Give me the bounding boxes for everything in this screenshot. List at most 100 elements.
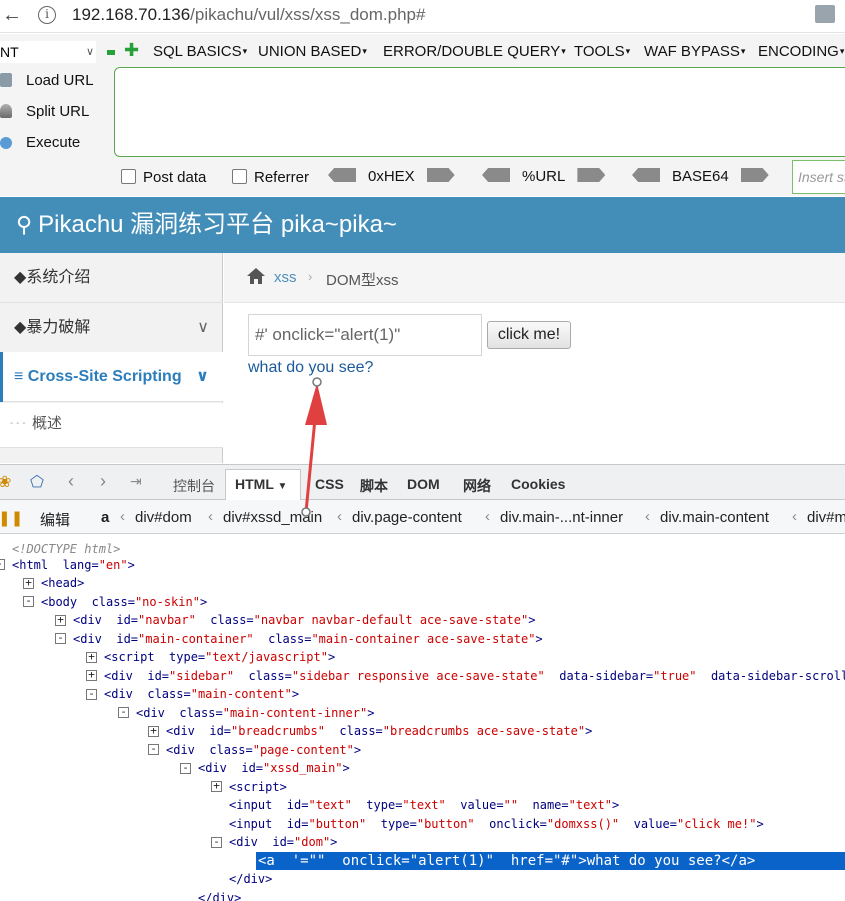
crumb-div-main-content-inner[interactable]: div.main-...nt-inner [500, 509, 623, 526]
collapse-icon[interactable]: - [118, 706, 129, 718]
insert-string-input[interactable]: Insert string to replace [792, 160, 845, 194]
expand-icon[interactable]: + [23, 577, 34, 589]
execute-button[interactable]: Execute [0, 134, 80, 151]
tab-html[interactable]: HTML ▼ [235, 476, 287, 492]
menu-waf-bypass[interactable]: WAF BYPASS▾ [644, 43, 745, 60]
tree-line[interactable]: <div id="sidebar" class="sidebar respons… [104, 667, 845, 685]
tab-cookies[interactable]: Cookies [511, 476, 565, 492]
crumb-div-xssd-main[interactable]: div#xssd_main [223, 509, 322, 526]
pause-icon[interactable]: ❚❚ [0, 509, 23, 527]
tree-line[interactable]: <div id="breadcrumbs" class="breadcrumbs… [166, 722, 592, 740]
tree-line[interactable]: <head> [41, 574, 84, 592]
tab-css[interactable]: CSS [315, 476, 344, 492]
back-icon[interactable]: ‹ [68, 471, 74, 492]
sidebar-item-intro[interactable]: ◆系统介绍 [0, 253, 223, 303]
arrow-right-icon[interactable] [426, 168, 455, 182]
back-arrow-icon[interactable]: ← [2, 4, 24, 26]
crumb-div-main-content[interactable]: div.main-content [660, 509, 769, 526]
tab-dom[interactable]: DOM [407, 476, 440, 492]
crumb-div-page-content[interactable]: div.page-content [352, 509, 462, 526]
checkbox-box[interactable] [232, 169, 247, 184]
collapse-icon[interactable]: - [148, 743, 159, 755]
breadcrumb-separator-icon: › [308, 269, 313, 284]
tree-line[interactable]: <div id="xssd_main"> [198, 759, 350, 777]
url-encoder[interactable]: %URL [482, 168, 606, 185]
collapse-icon[interactable]: - [211, 836, 222, 848]
collapse-icon[interactable]: - [180, 762, 191, 774]
click-me-button[interactable]: click me! [487, 321, 571, 349]
tree-line[interactable]: <div class="main-content-inner"> [136, 704, 374, 722]
tree-line[interactable]: <script> [229, 778, 287, 796]
firebug-icon[interactable]: ❀ [0, 472, 11, 492]
post-data-checkbox[interactable]: Post data [121, 169, 206, 186]
tree-line[interactable]: <div class="main-content"> [104, 685, 299, 703]
split-url-button[interactable]: Split URL [0, 103, 89, 120]
dom-link[interactable]: what do you see? [248, 359, 373, 377]
url-field[interactable]: 192.168.70.136/pikachu/vul/xss/xss_dom.p… [72, 5, 425, 25]
tree-line[interactable]: <div id="main-container" class="main-con… [73, 630, 543, 648]
crumb-div-dom[interactable]: div#dom [135, 509, 192, 526]
tree-line[interactable]: <html lang="en"> [12, 556, 135, 574]
tab-console[interactable]: 控制台 [173, 476, 215, 496]
home-icon[interactable] [246, 267, 266, 285]
arrow-left-icon[interactable] [328, 168, 356, 182]
tab-script[interactable]: 脚本 [360, 476, 388, 496]
collapse-icon[interactable]: - [23, 595, 34, 607]
breadcrumb-xss[interactable]: xss [274, 269, 297, 286]
edit-button[interactable]: 编辑 [40, 509, 70, 530]
expand-icon[interactable]: + [86, 651, 97, 663]
hackbar-select[interactable]: NT ∨ [0, 41, 96, 63]
inspect-icon[interactable]: ⬠ [30, 472, 44, 492]
sidebar-subitem-overview[interactable]: - - - 概述 [0, 403, 223, 448]
breadcrumb: xss › DOM型xss [224, 253, 845, 303]
arrow-right-icon[interactable] [577, 168, 606, 182]
expand-icon[interactable]: + [148, 725, 159, 737]
load-url-button[interactable]: Load URL [0, 72, 94, 89]
sidebar-item-bruteforce[interactable]: ◆暴力破解 ∨ [0, 303, 223, 353]
arrow-left-icon[interactable] [482, 168, 510, 182]
tree-line[interactable]: <body class="no-skin"> [41, 593, 207, 611]
base64-encoder[interactable]: BASE64 [632, 168, 769, 185]
checkbox-box[interactable] [121, 169, 136, 184]
expand-icon[interactable]: + [211, 780, 222, 792]
forward-icon[interactable]: › [100, 471, 106, 492]
crumb-separator-icon: ‹ [120, 508, 125, 525]
selected-tree-line[interactable]: <a '="" onclick="alert(1)" href="#">what… [256, 852, 845, 870]
menu-error-double-query[interactable]: ERROR/DOUBLE QUERY▾ [383, 43, 566, 60]
url-textarea[interactable] [114, 67, 845, 157]
expand-icon[interactable]: + [86, 669, 97, 681]
tree-line[interactable]: <div id="navbar" class="navbar navbar-de… [73, 611, 535, 629]
indent-icon[interactable]: ⇥ [130, 473, 142, 490]
plus-icon[interactable]: ✚ [124, 40, 139, 61]
referrer-checkbox[interactable]: Referrer [232, 169, 309, 186]
arrow-left-icon[interactable] [632, 168, 660, 182]
checkbox-label: Post data [143, 169, 207, 186]
collapse-icon[interactable]: - [0, 558, 5, 570]
network-icon[interactable] [815, 5, 835, 23]
tree-line[interactable]: <div class="page-content"> [166, 741, 361, 759]
menu-tools[interactable]: TOOLS▾ [574, 43, 630, 60]
tree-line[interactable]: </div> [198, 889, 241, 901]
tree-line[interactable]: <div id="dom"> [229, 833, 337, 851]
url-path: /pikachu/vul/xss/xss_dom.php# [190, 5, 426, 24]
text-input[interactable]: #' onclick="alert(1)" [248, 314, 482, 356]
info-icon[interactable]: i [38, 6, 56, 24]
collapse-icon[interactable]: - [55, 632, 66, 644]
menu-union-based[interactable]: UNION BASED▾ [258, 43, 367, 60]
menu-encoding[interactable]: ENCODING▾ [758, 43, 844, 60]
tab-network[interactable]: 网络 [463, 476, 491, 496]
diamond-icon: ◆ [14, 269, 27, 286]
menu-sql-basics[interactable]: SQL BASICS▾ [153, 43, 247, 60]
tree-line[interactable]: <input id="text" type="text" value="" na… [229, 796, 619, 814]
sidebar-item-xss[interactable]: ≡ Cross-Site Scripting ∨ [0, 352, 223, 402]
tree-line[interactable]: <script type="text/javascript"> [104, 648, 335, 666]
collapse-icon[interactable]: - [86, 688, 97, 700]
arrow-right-icon[interactable] [740, 168, 769, 182]
hex-encoder[interactable]: 0xHEX [328, 168, 455, 185]
tree-line[interactable]: </div> [229, 870, 272, 888]
expand-icon[interactable]: + [55, 614, 66, 626]
crumb-a[interactable]: a [101, 509, 109, 526]
crumb-div-m[interactable]: div#m [807, 509, 845, 526]
tree-line[interactable]: <input id="button" type="button" onclick… [229, 815, 764, 833]
minus-icon[interactable] [107, 50, 115, 55]
